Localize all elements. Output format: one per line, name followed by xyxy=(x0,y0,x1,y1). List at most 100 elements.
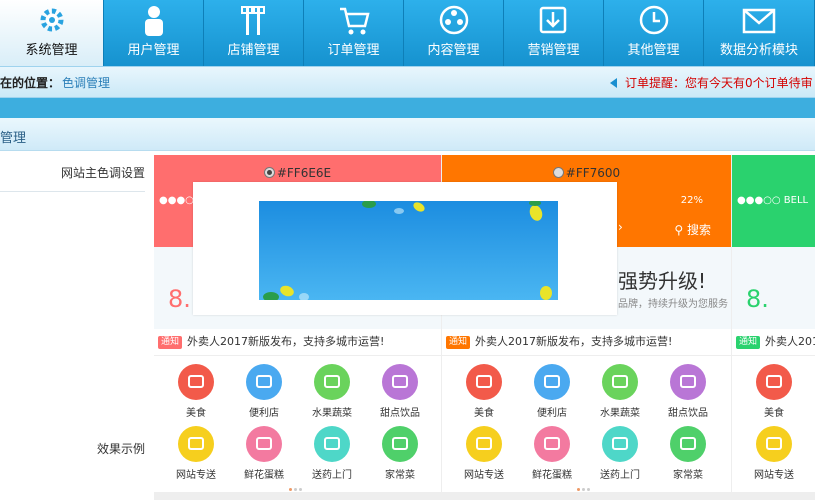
cake-icon xyxy=(534,426,570,462)
tools-icon xyxy=(240,6,265,35)
drink-icon xyxy=(382,364,418,400)
category-item[interactable]: 送药上门 xyxy=(590,426,650,481)
category-label: 美食 xyxy=(764,408,784,419)
notice-bar[interactable]: 通知 外卖人2017新版发布，支持多城市运营! xyxy=(442,329,731,356)
basket-icon xyxy=(534,364,570,400)
category-grid: 美食 便利店 水果蔬菜 甜点饮品网站专送 鲜花蛋糕 送药上门 家常菜 xyxy=(154,356,441,496)
theme-color-label: 网站主色调设置 xyxy=(0,155,145,192)
nav-tab-8[interactable]: 数据分析模块 xyxy=(704,0,815,66)
breadcrumb-prefix: 现在的位置： xyxy=(0,76,61,90)
nav-tab-label: 其他管理 xyxy=(627,43,680,58)
category-label: 家常菜 xyxy=(385,470,415,481)
category-label: 网站专送 xyxy=(176,470,216,481)
category-grid: 美食 便利店 水果蔬菜 甜点饮品网站专送 鲜花蛋糕 送药上门 家常菜 xyxy=(442,356,731,496)
preview-footer xyxy=(732,492,815,500)
category-label: 鲜花蛋糕 xyxy=(532,470,572,481)
fruit-icon xyxy=(602,364,638,400)
category-item[interactable]: 甜点饮品 xyxy=(658,364,718,419)
section-title: 色调管理 xyxy=(0,131,27,146)
category-item[interactable]: 便利店 xyxy=(522,364,582,419)
nav-tab-6[interactable]: 营销管理 xyxy=(504,0,604,66)
category-item[interactable]: 美食 xyxy=(454,364,514,419)
nav-tab-3[interactable]: 店铺管理 xyxy=(204,0,304,66)
signal-text: ●●●○○ BELL xyxy=(737,195,809,206)
top-nav: 系统管理 用户管理 店铺管理 订单管理 内容管理 营销管理 其他管理 数据分析模块 xyxy=(0,0,815,66)
banner-logo-mark: 8. xyxy=(746,285,769,313)
category-label: 网站专送 xyxy=(464,470,504,481)
phone-banner: 8. xyxy=(732,247,815,329)
notice-bar[interactable]: 通知外卖人2017新 xyxy=(732,329,815,356)
divider-stripe xyxy=(0,98,815,118)
cake-icon xyxy=(246,426,282,462)
fruit-icon xyxy=(314,364,350,400)
nav-tab-label: 数据分析模块 xyxy=(719,43,798,58)
film-reel-icon xyxy=(439,5,468,35)
category-label: 便利店 xyxy=(537,408,567,419)
order-alert-label: 订单提醒： xyxy=(625,76,686,90)
notice-text: 外卖人2017新版发布，支持多城市运营! xyxy=(475,335,673,348)
basket-icon xyxy=(246,364,282,400)
preview-label: 效果示例 xyxy=(96,442,145,456)
notice-bar[interactable]: 通知 外卖人2017新版发布，支持多城市运营! xyxy=(154,329,441,356)
category-item[interactable]: 水果蔬菜 xyxy=(590,364,650,419)
search-link[interactable]: ⚲ 搜索 xyxy=(674,221,711,238)
category-item[interactable]: 送药上门 xyxy=(302,426,362,481)
category-label: 鲜花蛋糕 xyxy=(244,470,284,481)
theme-color-swatch[interactable] xyxy=(732,155,815,191)
notice-tag: 通知 xyxy=(736,336,761,349)
category-item[interactable]: 美食 xyxy=(166,364,226,419)
category-item[interactable]: 网站专送 xyxy=(166,426,226,481)
category-label: 美食 xyxy=(474,408,494,419)
theme-radio[interactable] xyxy=(263,167,275,178)
nav-tab-4[interactable]: 订单管理 xyxy=(304,0,404,66)
banner-preview-image xyxy=(259,201,558,300)
battery-text: 22% xyxy=(680,195,703,206)
notice-tag: 通知 xyxy=(158,336,183,349)
cart-icon xyxy=(339,7,370,35)
breadcrumb: 现在的位置：色调管理 xyxy=(0,74,110,91)
order-alert: 订单提醒：您有今天有0个订单待审 xyxy=(610,74,813,91)
preview-footer xyxy=(154,492,441,500)
banner-logo-mark: 8. xyxy=(168,285,191,313)
breadcrumb-current[interactable]: 色调管理 xyxy=(62,76,110,90)
category-item[interactable]: 鲜花蛋糕 xyxy=(234,426,294,481)
scooter-icon xyxy=(756,426,792,462)
nav-tab-2[interactable]: 用户管理 xyxy=(104,0,204,66)
nav-tab-label: 系统管理 xyxy=(25,43,78,58)
order-alert-text[interactable]: 您有今天有0个订单待审 xyxy=(685,76,813,90)
category-item[interactable]: 鲜花蛋糕 xyxy=(522,426,582,481)
category-item[interactable]: 家常菜 xyxy=(658,426,718,481)
gear-icon xyxy=(40,8,63,32)
section-header: 色调管理 xyxy=(0,118,815,151)
category-item[interactable]: 家常菜 xyxy=(370,426,430,481)
nav-tab-7[interactable]: 其他管理 xyxy=(604,0,704,66)
category-item[interactable]: 甜点饮品 xyxy=(370,364,430,419)
nav-tab-label: 订单管理 xyxy=(327,43,380,58)
category-item[interactable]: 网站专送 xyxy=(454,426,514,481)
image-preview-popup[interactable] xyxy=(193,182,617,315)
nav-tab-label: 店铺管理 xyxy=(227,43,280,58)
banner-headline: 强势升级! xyxy=(618,269,707,293)
category-item[interactable]: 便利店 xyxy=(234,364,294,419)
category-item[interactable]: 水果蔬菜 xyxy=(302,364,362,419)
nav-tab-1[interactable]: 系统管理 xyxy=(0,0,104,66)
category-label: 美食 xyxy=(186,408,206,419)
phone-status-bar: ●●●○○ BELL xyxy=(732,191,815,211)
phone-app-bar xyxy=(732,211,815,247)
search-icon: ⚲ xyxy=(674,223,687,237)
category-label: 水果蔬菜 xyxy=(312,408,352,419)
nav-tab-5[interactable]: 内容管理 xyxy=(404,0,504,66)
notice-text: 外卖人2017新 xyxy=(765,335,815,348)
bowl-icon xyxy=(466,364,502,400)
category-label: 家常菜 xyxy=(673,470,703,481)
pill-icon xyxy=(602,426,638,462)
nav-tab-label: 内容管理 xyxy=(427,43,480,58)
notice-tag: 通知 xyxy=(446,336,471,349)
category-label: 送药上门 xyxy=(312,470,352,481)
theme-radio[interactable] xyxy=(552,167,564,178)
category-item[interactable]: 网站专送 xyxy=(744,426,804,481)
nav-tab-label: 营销管理 xyxy=(527,43,580,58)
category-item[interactable]: 美食 xyxy=(744,364,804,419)
notice-text: 外卖人2017新版发布，支持多城市运营! xyxy=(187,335,385,348)
category-label: 水果蔬菜 xyxy=(600,408,640,419)
